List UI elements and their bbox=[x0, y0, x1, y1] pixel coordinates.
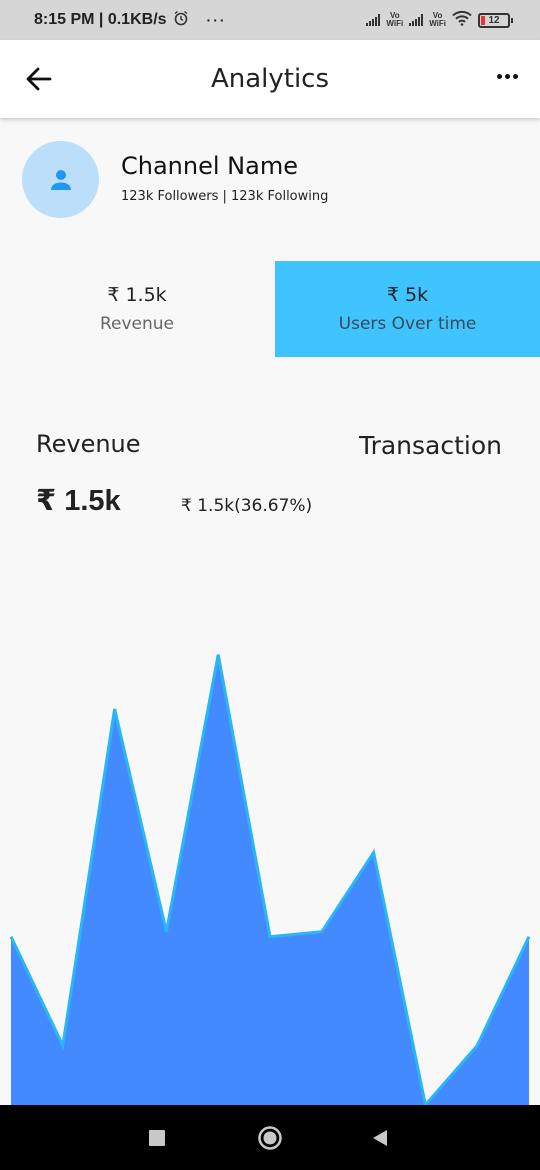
vowifi-icon-2: Vo WiFi bbox=[429, 12, 446, 28]
revenue-card-value: ₹ 1.5k bbox=[107, 284, 167, 306]
signal-icon-2 bbox=[409, 14, 424, 26]
revenue-change: ₹ 1.5k(36.67%) bbox=[181, 496, 313, 516]
users-card-value: ₹ 5k bbox=[386, 284, 429, 306]
users-card-label: Users Over time bbox=[338, 314, 477, 334]
revenue-total: ₹ 1.5k bbox=[36, 485, 121, 517]
square-icon bbox=[149, 1129, 165, 1146]
revenue-area-chart bbox=[9, 654, 531, 1105]
vowifi-bottom: WiFi bbox=[386, 19, 404, 28]
status-left: 8:15 PM | 0.1KB/s ··· bbox=[34, 10, 227, 30]
channel-stats: 123k Followers | 123k Following bbox=[121, 189, 329, 204]
status-time: 8:15 PM | 0.1KB/s bbox=[34, 11, 167, 28]
app-bar: Analytics bbox=[0, 40, 540, 118]
more-dot bbox=[497, 74, 502, 79]
revenue-card[interactable]: ₹ 1.5k Revenue bbox=[4, 261, 270, 357]
triangle-back-icon bbox=[373, 1129, 387, 1146]
status-bar: 8:15 PM | 0.1KB/s ··· Vo WiFi Vo WiFi 12 bbox=[0, 0, 540, 40]
arrow-left-icon bbox=[26, 67, 52, 91]
users-over-time-card[interactable]: ₹ 5k Users Over time bbox=[275, 261, 540, 357]
navigation-bar bbox=[0, 1105, 540, 1170]
battery-icon: 12 bbox=[478, 12, 513, 28]
circle-home-icon bbox=[258, 1125, 282, 1150]
vowifi-icon: Vo WiFi bbox=[386, 12, 403, 28]
transaction-section-title[interactable]: Transaction bbox=[359, 431, 502, 460]
status-more-icon: ··· bbox=[206, 12, 227, 28]
wifi-icon bbox=[452, 10, 472, 31]
nav-back-button[interactable] bbox=[350, 1105, 410, 1170]
alarm-clock-icon bbox=[173, 10, 189, 30]
more-options-button[interactable] bbox=[497, 74, 518, 79]
person-icon bbox=[50, 169, 71, 190]
signal-icon bbox=[366, 14, 381, 26]
revenue-card-label: Revenue bbox=[99, 314, 175, 334]
channel-name: Channel Name bbox=[121, 152, 298, 180]
home-button[interactable] bbox=[240, 1105, 300, 1170]
back-button[interactable] bbox=[24, 64, 54, 94]
more-dot bbox=[513, 74, 518, 79]
vowifi-bottom-2: WiFi bbox=[429, 19, 446, 28]
more-dot bbox=[505, 74, 510, 79]
page-title: Analytics bbox=[210, 64, 330, 94]
status-right: Vo WiFi Vo WiFi 12 bbox=[366, 10, 513, 31]
avatar[interactable] bbox=[22, 141, 99, 218]
revenue-section-title: Revenue bbox=[36, 430, 141, 458]
battery-level: 12 bbox=[488, 14, 500, 26]
recents-button[interactable] bbox=[127, 1105, 187, 1170]
